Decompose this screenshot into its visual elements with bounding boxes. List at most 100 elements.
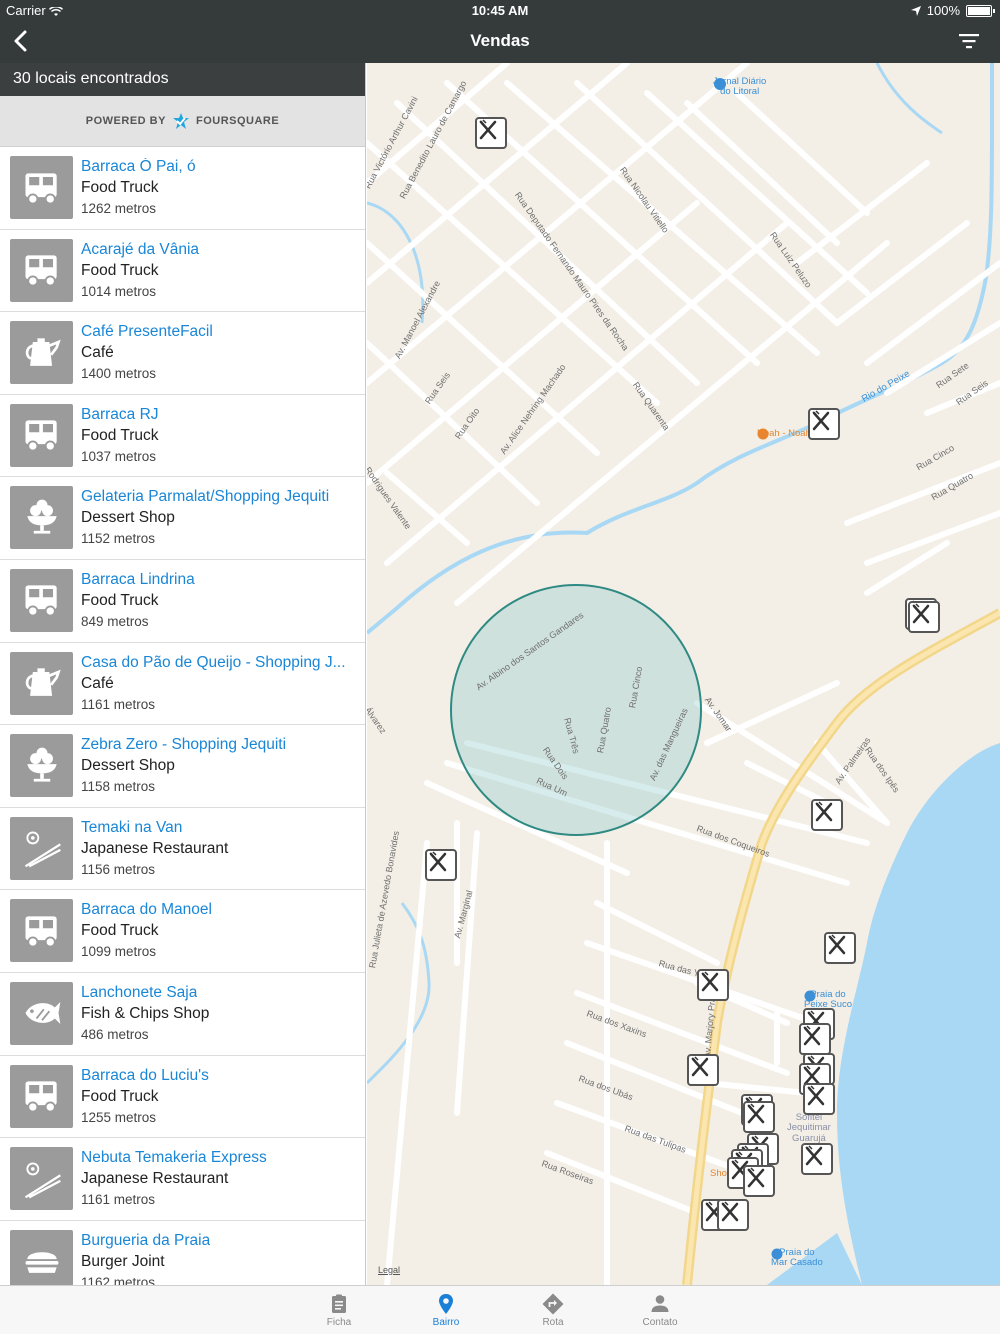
restaurant-pin[interactable]	[717, 1199, 749, 1231]
truck-icon	[10, 403, 73, 467]
venue-name[interactable]: Nebuta Temakeria Express	[81, 1149, 267, 1167]
venue-row[interactable]: Barraca Ó Pai, ó Food Truck 1262 metros	[0, 147, 365, 230]
venue-name[interactable]: Temaki na Van	[81, 819, 182, 837]
venue-row[interactable]: Barraca do Manoel Food Truck 1099 metros	[0, 890, 365, 973]
venue-name[interactable]: Barraca Ó Pai, ó	[81, 158, 196, 176]
venue-category: Japanese Restaurant	[81, 839, 229, 857]
venue-row[interactable]: Barraca do Luciu's Food Truck 1255 metros	[0, 1056, 365, 1139]
venue-name[interactable]: Barraca do Luciu's	[81, 1067, 209, 1085]
truck-icon	[10, 156, 73, 219]
venue-row[interactable]: Gelateria Parmalat/Shopping Jequiti Desse…	[0, 477, 365, 560]
filter-icon[interactable]	[958, 31, 980, 51]
tab-bairro[interactable]: Bairro	[401, 1286, 491, 1334]
fork-knife-icon	[691, 1056, 709, 1077]
restaurant-pin[interactable]	[697, 969, 729, 1001]
restaurant-pin[interactable]	[743, 1101, 775, 1133]
place-label-noah: Noah - Noah	[757, 428, 811, 440]
chopsticks-icon	[10, 816, 73, 880]
venue-category: Food Truck	[81, 1087, 159, 1105]
foursquare-brand: FOURSQUARE	[195, 115, 280, 127]
venue-distance: 1162 metros	[81, 1274, 156, 1285]
venue-row[interactable]: Barraca RJ Food Truck 1037 metros	[0, 395, 365, 478]
tab-ficha-label: Ficha	[326, 1317, 352, 1328]
venue-row[interactable]: Casa do Pão de Queijo - Shopping J... Caf…	[0, 643, 365, 726]
status-battery: 100%	[910, 3, 995, 18]
restaurant-pin[interactable]	[687, 1054, 719, 1086]
venue-name[interactable]: Café PresenteFacil	[81, 323, 213, 341]
fork-knife-icon	[803, 1025, 821, 1046]
restaurant-poi-icon	[757, 428, 769, 440]
chopsticks-icon	[10, 1147, 73, 1211]
place-label-jornal: Jornal Diário do Litoral	[713, 76, 766, 98]
venue-name[interactable]: Lanchonete Saja	[81, 984, 197, 1002]
venue-name[interactable]: Zebra Zero - Shopping Jequiti	[81, 736, 286, 754]
fork-knife-icon	[747, 1103, 765, 1124]
venue-row[interactable]: Barraca Lindrina Food Truck 849 metros	[0, 560, 365, 643]
venue-row[interactable]: Café PresenteFacil Café 1400 metros	[0, 312, 365, 395]
location-pin-icon	[439, 1294, 453, 1314]
newspaper-icon	[714, 78, 726, 90]
restaurant-pin[interactable]	[824, 932, 856, 964]
tab-ficha[interactable]: Ficha	[294, 1286, 384, 1334]
restaurant-pin[interactable]	[425, 849, 457, 881]
venue-name[interactable]: Barraca Lindrina	[81, 571, 195, 589]
venue-category: Café	[81, 674, 114, 692]
venue-list: Barraca Ó Pai, ó Food Truck 1262 metros Aca…	[0, 147, 365, 1285]
truck-icon	[10, 899, 73, 963]
venue-distance: 1262 metros	[81, 201, 157, 216]
restaurant-pin[interactable]	[801, 1143, 833, 1175]
venue-distance: 1156 metros	[81, 861, 156, 877]
venue-distance: 1161 metros	[81, 696, 156, 712]
venue-row[interactable]: Lanchonete Saja Fish & Chips Shop 486 metr…	[0, 973, 365, 1056]
battery-icon	[966, 4, 995, 17]
venue-name[interactable]: Casa do Pão de Queijo - Shopping J...	[81, 654, 346, 672]
restaurant-pin[interactable]	[743, 1165, 775, 1197]
map-canvas[interactable]	[367, 63, 1000, 1285]
restaurant-pin[interactable]	[803, 1083, 835, 1115]
venue-category: Fish & Chips Shop	[81, 1004, 210, 1022]
venue-category: Food Truck	[81, 426, 159, 444]
venue-category: Food Truck	[81, 591, 159, 609]
venue-row[interactable]: Nebuta Temakeria Express Japanese Restaur…	[0, 1138, 365, 1221]
truck-icon	[10, 568, 73, 632]
venue-row[interactable]: Temaki na Van Japanese Restaurant 1156 met…	[0, 808, 365, 891]
restaurant-pin[interactable]	[811, 799, 843, 831]
venue-name[interactable]: Gelateria Parmalat/Shopping Jequiti	[81, 488, 329, 506]
venue-name[interactable]: Barraca RJ	[81, 406, 159, 424]
restaurant-pin[interactable]	[908, 601, 940, 633]
venue-row[interactable]: Burgueria da Praia Burger Joint 1162 metro…	[0, 1221, 365, 1285]
venue-category: Japanese Restaurant	[81, 1170, 229, 1188]
venue-category: Café	[81, 344, 114, 362]
restaurant-pin[interactable]	[799, 1023, 831, 1055]
fork-knife-icon	[912, 603, 930, 624]
restaurant-pin[interactable]	[808, 408, 840, 440]
venue-distance: 1255 metros	[81, 1109, 157, 1125]
burger-icon	[10, 1229, 73, 1285]
venue-row[interactable]: Acarajé da Vânia Food Truck 1014 metros	[0, 230, 365, 313]
clipboard-icon	[332, 1294, 346, 1313]
tab-rota[interactable]: Rota	[508, 1286, 598, 1334]
venue-row[interactable]: Zebra Zero - Shopping Jequiti Dessert Sho…	[0, 725, 365, 808]
place-label-praia-mar: Praia do Mar Casado	[771, 1247, 823, 1269]
venue-name[interactable]: Burgueria da Praia	[81, 1232, 210, 1250]
venue-name[interactable]: Barraca do Manoel	[81, 901, 212, 919]
fork-knife-icon	[807, 1085, 825, 1106]
venue-category: Food Truck	[81, 922, 159, 940]
venue-name[interactable]: Acarajé da Vânia	[81, 241, 199, 259]
legal-link[interactable]: Legal	[378, 1265, 400, 1275]
venue-distance: 849 metros	[81, 613, 149, 629]
tab-contato[interactable]: Contato	[615, 1286, 705, 1334]
restaurant-pin[interactable]	[475, 117, 507, 149]
fork-knife-icon	[701, 971, 719, 992]
dessert-icon	[10, 486, 73, 550]
venue-distance: 486 metros	[81, 1026, 149, 1042]
beach-icon	[804, 990, 816, 1002]
results-count: 30 locais encontrados	[0, 63, 365, 96]
venue-category: Dessert Shop	[81, 757, 175, 775]
person-icon	[651, 1295, 669, 1312]
tab-bairro-label: Bairro	[432, 1317, 460, 1328]
fork-knife-icon	[812, 410, 830, 431]
route-icon	[542, 1293, 564, 1315]
truck-icon	[10, 1064, 73, 1128]
map-view[interactable]: Jornal Diário do Litoral Noah - Noah Pra…	[367, 63, 1000, 1285]
